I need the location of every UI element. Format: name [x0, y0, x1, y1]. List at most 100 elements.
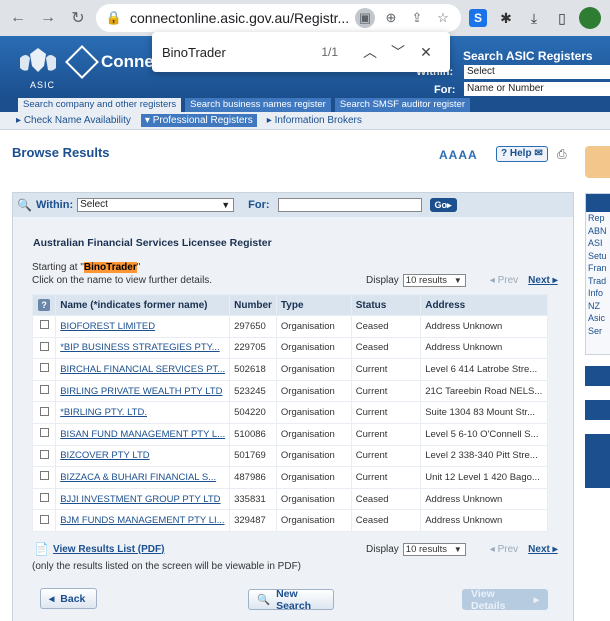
row-name-link[interactable]: BJM FUNDS MANAGEMENT PTY LI... [60, 515, 224, 526]
row-checkbox[interactable] [39, 363, 49, 373]
table-row[interactable]: BIOFOREST LIMITED 297650 Organisation Cease… [31, 315, 548, 338]
row-checkbox-cell[interactable] [31, 444, 57, 468]
print-icon[interactable]: ⎙ [557, 147, 567, 162]
row-name-link[interactable]: BIZCOVER PTY LTD [60, 450, 149, 461]
font-size-controls[interactable]: AAAA [439, 148, 478, 162]
row-name-cell[interactable]: *BIRLING PTY. LTD. [55, 401, 231, 424]
quick-link[interactable]: ASI [586, 237, 610, 250]
help-button[interactable]: ? Help ✉ [496, 146, 548, 162]
extensions-puzzle-icon[interactable]: ✱ [495, 7, 517, 29]
quick-link[interactable]: NZ [586, 300, 610, 313]
table-row[interactable]: BISAN FUND MANAGEMENT PTY L... 510086 Orga… [31, 422, 548, 446]
table-row[interactable]: BIRCHAL FINANCIAL SERVICES PT... 502618 Or… [31, 358, 548, 381]
row-name-cell[interactable]: BIRCHAL FINANCIAL SERVICES PT... [55, 358, 231, 381]
find-close-icon[interactable]: ✕ [412, 44, 440, 61]
table-row[interactable]: *BIRLING PTY. LTD. 504220 Organisation Curr… [31, 401, 548, 424]
reload-icon[interactable]: ↻ [66, 6, 90, 30]
next-link[interactable]: Next ▸ [528, 544, 558, 555]
row-checkbox[interactable] [39, 428, 49, 438]
table-row[interactable]: BJJI INVESTMENT GROUP PTY LTD 335831 Organ… [31, 487, 548, 511]
url-text[interactable]: connectonline.asic.gov.au/Registr... [130, 10, 349, 26]
find-previous-icon[interactable]: ︿ [356, 42, 384, 62]
row-name-link[interactable]: BISAN FUND MANAGEMENT PTY L... [60, 429, 225, 440]
tab-business-names[interactable]: Search business names register [185, 98, 331, 112]
quick-link[interactable]: Setu [586, 250, 610, 263]
table-row[interactable]: *BIP BUSINESS STRATEGIES PTY... 229705 Org… [31, 336, 548, 360]
subnav-check-name[interactable]: ▸ Check Name Availability [16, 115, 131, 126]
table-row[interactable]: BIZCOVER PTY LTD 501769 Organisation Curren… [31, 444, 548, 468]
row-checkbox-cell[interactable] [31, 358, 57, 381]
row-checkbox-cell[interactable] [31, 466, 57, 489]
row-name-link[interactable]: *BIP BUSINESS STRATEGIES PTY... [60, 342, 219, 353]
tab-smsf-auditor[interactable]: Search SMSF auditor register [334, 98, 470, 112]
for-input[interactable] [277, 198, 422, 212]
row-name-cell[interactable]: BIZZACA & BUHARI FINANCIAL S... [55, 466, 231, 489]
row-name-link[interactable]: BIOFOREST LIMITED [60, 321, 155, 332]
forward-arrow-icon[interactable]: → [36, 6, 60, 30]
row-checkbox[interactable] [39, 449, 49, 459]
row-name-link[interactable]: BIRLING PRIVATE WEALTH PTY LTD [60, 386, 222, 397]
back-button[interactable]: ◂ Back [40, 588, 97, 609]
profile-avatar[interactable] [579, 7, 601, 29]
address-bar[interactable]: 🔒 connectonline.asic.gov.au/Registr... ▣… [96, 4, 461, 32]
share-icon[interactable]: ⇪ [407, 8, 427, 28]
row-checkbox-cell[interactable] [31, 422, 57, 446]
new-search-button[interactable]: 🔍 New Search [248, 588, 334, 612]
row-checkbox[interactable] [39, 471, 49, 481]
quick-link[interactable]: Ser [586, 325, 610, 338]
zoom-icon[interactable]: ⊕ [381, 8, 401, 28]
next-link[interactable]: Next ▸ [528, 275, 558, 286]
back-arrow-icon[interactable]: ← [6, 6, 30, 30]
row-name-cell[interactable]: BIOFOREST LIMITED [55, 315, 231, 338]
within-select[interactable]: Select ▼ [77, 198, 235, 212]
header-within-select[interactable]: Select [464, 65, 610, 79]
row-name-link[interactable]: *BIRLING PTY. LTD. [60, 407, 147, 418]
row-checkbox-cell[interactable] [31, 401, 57, 424]
find-icon[interactable]: ▣ [355, 8, 375, 28]
go-button[interactable]: Go▸ [429, 198, 457, 212]
row-checkbox-cell[interactable] [31, 379, 57, 403]
sidebar-tile[interactable] [585, 366, 610, 386]
row-name-link[interactable]: BIZZACA & BUHARI FINANCIAL S... [60, 472, 216, 483]
row-checkbox[interactable] [39, 493, 49, 503]
row-checkbox[interactable] [39, 320, 49, 330]
sidebar-tile[interactable] [585, 400, 610, 420]
header-for-input[interactable]: Name or Number [464, 82, 610, 96]
row-checkbox[interactable] [39, 385, 49, 395]
row-name-cell[interactable]: BISAN FUND MANAGEMENT PTY L... [55, 422, 231, 446]
quick-link[interactable]: Rep [586, 212, 610, 225]
quick-link[interactable]: Trad [586, 275, 610, 288]
display-select[interactable]: 10 results ▼ [402, 274, 466, 287]
row-checkbox[interactable] [39, 406, 49, 416]
quick-link[interactable]: Asic [586, 312, 610, 325]
row-checkbox[interactable] [39, 341, 49, 351]
cart-tab[interactable] [585, 146, 610, 178]
display-select[interactable]: 10 results ▼ [402, 543, 466, 556]
side-panel-icon[interactable]: ▯ [551, 7, 573, 29]
quick-link[interactable]: ABN [586, 225, 610, 238]
subnav-professional-registers[interactable]: ▾ Professional Registers [140, 114, 257, 127]
row-name-link[interactable]: BIRCHAL FINANCIAL SERVICES PT... [60, 364, 225, 375]
find-next-icon[interactable]: ﹀ [384, 42, 412, 62]
extension-s-icon[interactable]: S [467, 7, 489, 29]
table-row[interactable]: BIZZACA & BUHARI FINANCIAL S... 487986 Org… [31, 466, 548, 489]
row-name-link[interactable]: BJJI INVESTMENT GROUP PTY LTD [60, 494, 220, 505]
lock-icon[interactable]: 🔒 [104, 8, 124, 28]
row-checkbox[interactable] [39, 514, 49, 524]
row-name-cell[interactable]: *BIP BUSINESS STRATEGIES PTY... [55, 336, 231, 360]
row-name-cell[interactable]: BIRLING PRIVATE WEALTH PTY LTD [55, 379, 231, 403]
col-help[interactable]: ? [31, 294, 57, 316]
row-name-cell[interactable]: BJM FUNDS MANAGEMENT PTY LI... [55, 509, 231, 532]
download-icon[interactable]: ⤓ [523, 7, 545, 29]
find-input[interactable]: BinoTrader [162, 45, 321, 60]
table-row[interactable]: BIRLING PRIVATE WEALTH PTY LTD 523245 Orga… [31, 379, 548, 403]
tab-company-registers[interactable]: Search company and other registers [18, 98, 182, 112]
social-panel[interactable] [585, 434, 610, 488]
table-row[interactable]: BJM FUNDS MANAGEMENT PTY LI... 329487 Orga… [31, 509, 548, 532]
row-checkbox-cell[interactable] [31, 487, 57, 511]
row-checkbox-cell[interactable] [31, 509, 57, 532]
row-checkbox-cell[interactable] [31, 336, 57, 360]
row-checkbox-cell[interactable] [31, 315, 57, 338]
view-results-pdf-link[interactable]: View Results List (PDF) [53, 544, 165, 555]
quick-link[interactable]: Info [586, 287, 610, 300]
